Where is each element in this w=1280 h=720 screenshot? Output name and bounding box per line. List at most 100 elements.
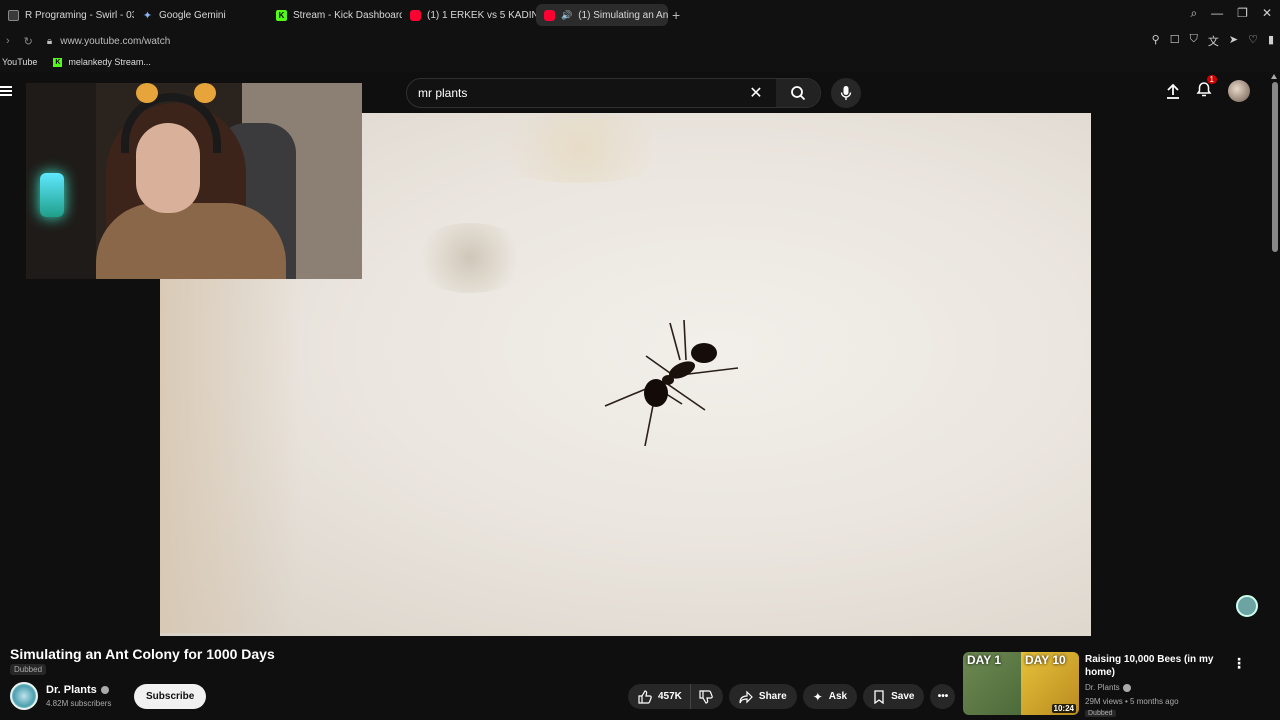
recommended-thumbnail[interactable]: DAY 1 DAY 10 10:24 [963,652,1079,715]
scroll-up-arrow[interactable] [1271,74,1277,79]
webcam-overlay [26,83,362,279]
bookmarks-bar: YouTube K melankedy Stream... [0,52,1280,72]
clear-search-icon[interactable]: ✕ [744,83,768,103]
tab-erkek-kadin[interactable]: (1) 1 ERKEK vs 5 KADIN | K [402,4,536,26]
translate-icon[interactable]: 文 [1208,33,1219,49]
recommended-channel[interactable]: Dr. Plants [1085,683,1131,692]
youtube-icon [544,9,555,21]
tab-google-gemini[interactable]: ✦ Google Gemini [134,4,268,26]
like-button[interactable]: 457K [628,684,690,709]
dislike-button[interactable] [689,684,723,709]
url-field[interactable]: www.youtube.com/watch [60,36,170,47]
thumbs-up-icon [638,689,652,704]
window-controls: ⌕ — ❐ ✕ [1190,6,1272,21]
subscriber-count: 4.82M subscribers [46,699,112,708]
recommended-title[interactable]: Raising 10,000 Bees (in my home) [1085,653,1225,679]
page-icon [8,9,19,21]
more-horizontal-icon: ••• [937,691,949,702]
search-icon [791,86,806,101]
pin-icon[interactable]: ⚲ [1152,33,1160,49]
channel-avatar[interactable] [10,682,38,710]
save-button[interactable]: Save [863,684,925,709]
recommended-meta: 29M views • 5 months ago [1085,697,1179,706]
ask-label: Ask [828,691,848,702]
bookmark-youtube[interactable]: YouTube [2,57,37,67]
tab-label: (1) Simulating an Ant C [578,9,668,21]
video-title: Simulating an Ant Colony for 1000 Days [10,646,275,662]
tab-label: (1) 1 ERKEK vs 5 KADIN | K [427,9,536,21]
recommended-channel-name: Dr. Plants [1085,683,1120,692]
bookmark-label: YouTube [2,57,38,67]
bookmark-melankedy[interactable]: K melankedy Stream... [53,57,151,67]
subscribe-button[interactable]: Subscribe [134,684,207,709]
scrollbar-thumb[interactable] [1272,82,1278,252]
video-duration: 10:24 [1051,704,1076,713]
menu-icon[interactable] [0,84,14,98]
video-actions: 457K Share ✦ Ask Save ••• [628,684,956,709]
voice-search-button[interactable] [831,78,861,108]
tab-label: Stream - Kick Dashboard [293,9,402,21]
share-label: Share [758,691,787,702]
screen: R Programing - Swirl - 03. ✦ Google Gemi… [0,0,1280,720]
search-button[interactable] [776,79,820,107]
video-frame-shadow [480,113,680,183]
search-box[interactable]: mr plants ✕ [406,78,821,108]
search-tabs-icon[interactable]: ⌕ [1190,6,1197,21]
channel-name-text: Dr. Plants [46,684,97,696]
recommended-more-icon[interactable]: ⋮ [1232,655,1246,672]
heart-icon[interactable]: ♡ [1248,33,1258,49]
address-bar-tools: ⚲ ☐ ⛉ 文 ➤ ♡ ▮ [1152,33,1274,49]
gemini-icon: ✦ [142,9,153,22]
browser-tab-strip: R Programing - Swirl - 03. ✦ Google Gemi… [0,0,1280,30]
tab-label: R Programing - Swirl - 03. [25,9,134,21]
share-icon [739,690,753,703]
send-icon[interactable]: ➤ [1229,33,1238,49]
video-frame-shadow [410,223,530,293]
notifications-button[interactable]: 1 [1196,74,1217,102]
search-input[interactable]: mr plants [418,86,744,100]
tab-simulating-ant-colony[interactable]: 🔊 (1) Simulating an Ant C [536,4,668,26]
minimize-icon[interactable]: — [1211,6,1223,21]
address-bar: › ↻ 🔒︎ www.youtube.com/watch ⚲ ☐ ⛉ 文 ➤ ♡… [0,30,1280,52]
tab-kick-dashboard[interactable]: K Stream - Kick Dashboard [268,4,402,26]
video-frame-shadow [160,273,300,633]
sparkle-icon: ✦ [812,689,823,704]
thumbnail-label-left: DAY 1 [967,653,1002,667]
notification-count-badge: 1 [1206,74,1217,84]
recommended-dubbed-badge: Dubbed [1085,710,1116,717]
restore-icon[interactable]: ❐ [1237,6,1248,21]
channel-name[interactable]: Dr. Plants [46,684,109,696]
account-avatar[interactable] [1228,80,1250,102]
new-tab-button[interactable]: + [672,7,680,23]
bookmark-icon [874,689,884,704]
close-icon[interactable]: ✕ [1262,6,1272,21]
ask-button[interactable]: ✦ Ask [802,684,858,709]
ant-image [604,319,739,447]
youtube-icon [410,9,421,21]
save-label: Save [891,691,915,702]
kick-icon: K [276,9,287,21]
lamp-image [40,173,64,217]
thumbnail-label-right: DAY 10 [1025,653,1066,667]
forward-icon[interactable]: › [6,35,10,48]
thumbs-down-icon [699,689,713,704]
floating-extension-icon[interactable] [1236,595,1258,617]
sidebar-icon[interactable]: ▮ [1268,33,1274,49]
more-actions-button[interactable]: ••• [930,684,956,709]
bookmark-label: melankedy Stream... [68,57,151,67]
reload-icon[interactable]: ↻ [24,35,33,48]
upload-icon[interactable] [1166,83,1180,99]
verified-icon [1122,683,1131,692]
speaker-icon: 🔊 [561,9,573,20]
header-actions: 1 [1166,74,1250,102]
tab-label: Google Gemini [159,9,226,21]
lock-icon: 🔒︎ [46,35,53,47]
shield-icon[interactable]: ⛉ [1190,33,1198,49]
like-count: 457K [658,691,682,702]
verified-icon [100,686,109,694]
dubbed-badge: Dubbed [10,664,47,675]
microphone-icon [840,86,852,100]
bookmark-icon[interactable]: ☐ [1170,33,1180,49]
share-button[interactable]: Share [728,684,797,709]
tab-r-programming[interactable]: R Programing - Swirl - 03. [0,4,134,26]
